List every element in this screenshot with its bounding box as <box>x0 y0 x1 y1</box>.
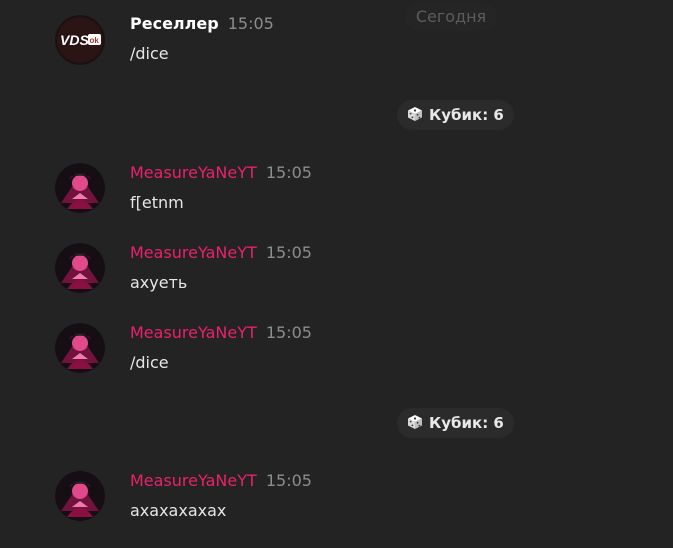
avatar[interactable]: VDS ok <box>55 15 105 65</box>
message-author[interactable]: Реселлер <box>130 14 219 33</box>
avatar[interactable] <box>55 323 105 373</box>
avatar[interactable] <box>55 163 105 213</box>
message-author[interactable]: MeasureYaNeYT <box>130 163 257 182</box>
message-time: 15:05 <box>227 14 274 33</box>
avatar[interactable] <box>55 243 105 293</box>
date-separator: Сегодня <box>405 3 497 31</box>
message-text: f[etnm <box>130 193 184 212</box>
pink-character-icon <box>55 243 105 293</box>
pink-character-icon <box>55 163 105 213</box>
message-author[interactable]: MeasureYaNeYT <box>130 323 257 342</box>
message-text: ахахахахах <box>130 501 227 520</box>
message-text: /dice <box>130 353 169 372</box>
message-author[interactable]: MeasureYaNeYT <box>130 471 257 490</box>
pink-character-icon <box>55 471 105 521</box>
message-time: 15:05 <box>265 163 312 182</box>
dice-result-badge: Кубик: 6 <box>397 100 514 130</box>
svg-text:ok: ok <box>90 36 100 45</box>
message-time: 15:05 <box>265 471 312 490</box>
message-text: ахуеть <box>130 273 188 292</box>
message-text: /dice <box>130 44 169 63</box>
dice-result-label: Кубик: 6 <box>429 106 504 124</box>
dice-result-badge: Кубик: 6 <box>397 408 514 438</box>
dice-result-label: Кубик: 6 <box>429 414 504 432</box>
message-author[interactable]: MeasureYaNeYT <box>130 243 257 262</box>
message-time: 15:05 <box>265 323 312 342</box>
message-time: 15:05 <box>265 243 312 262</box>
avatar[interactable] <box>55 471 105 521</box>
dice-icon <box>408 415 422 429</box>
dice-icon <box>408 107 422 121</box>
svg-text:VDS: VDS <box>60 32 89 48</box>
pink-character-icon <box>55 323 105 373</box>
vds-logo-icon: VDS ok <box>55 15 105 65</box>
